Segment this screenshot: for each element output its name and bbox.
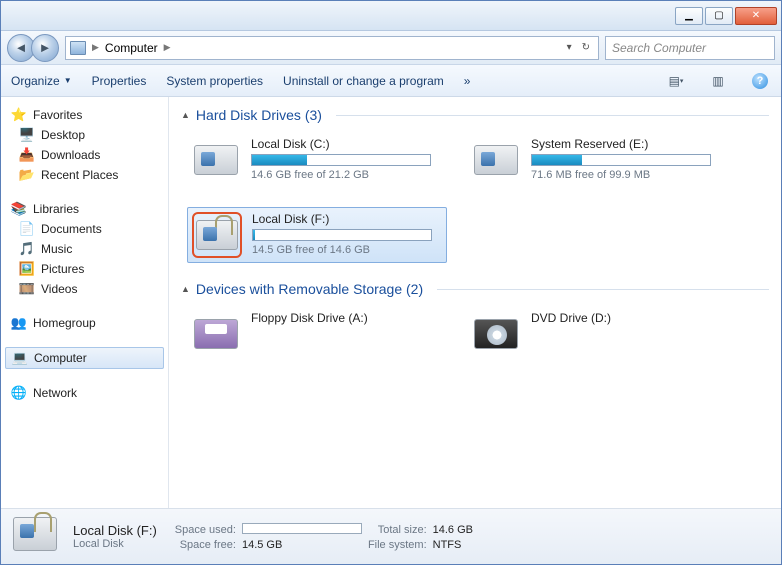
section-removable-storage[interactable]: ▲ Devices with Removable Storage (2) bbox=[181, 281, 769, 297]
properties-button[interactable]: Properties bbox=[92, 74, 147, 88]
view-options-button[interactable]: ▤▾ bbox=[665, 71, 687, 91]
details-pane: Local Disk (F:) Local Disk Space used: T… bbox=[1, 508, 781, 564]
computer-icon bbox=[70, 41, 86, 55]
drive-d[interactable]: DVD Drive (D:) bbox=[467, 307, 727, 361]
details-used-bar bbox=[242, 523, 362, 534]
details-fs-label: File system: bbox=[368, 539, 427, 551]
uninstall-button[interactable]: Uninstall or change a program bbox=[283, 74, 444, 88]
content-pane: ▲ Hard Disk Drives (3) Local Disk (C:) 1… bbox=[169, 97, 781, 508]
organize-menu[interactable]: Organize ▼ bbox=[11, 74, 72, 88]
help-icon: ? bbox=[752, 73, 768, 89]
capacity-bar bbox=[251, 154, 431, 166]
sidebar-favorites[interactable]: ⭐Favorites bbox=[1, 105, 168, 125]
close-button[interactable]: ✕ bbox=[735, 7, 777, 25]
toolbar-overflow-button[interactable]: » bbox=[464, 74, 471, 88]
drive-free-text: 14.6 GB free of 21.2 GB bbox=[251, 169, 443, 181]
details-type: Local Disk bbox=[73, 538, 157, 550]
libraries-icon: 📚 bbox=[11, 201, 27, 217]
hdd-bitlocker-icon bbox=[13, 517, 57, 551]
sidebar-network[interactable]: 🌐Network bbox=[1, 383, 168, 403]
collapse-icon: ▲ bbox=[181, 110, 190, 120]
computer-icon: 💻 bbox=[12, 350, 28, 366]
maximize-button[interactable]: ▢ bbox=[705, 7, 733, 25]
address-dropdown-button[interactable]: ▾ bbox=[563, 42, 576, 53]
downloads-icon: 📥 bbox=[19, 147, 35, 163]
refresh-button[interactable]: ↻ bbox=[578, 42, 594, 53]
capacity-bar bbox=[252, 229, 432, 241]
star-icon: ⭐ bbox=[11, 107, 27, 123]
details-total-value: 14.6 GB bbox=[433, 523, 473, 537]
command-bar: Organize ▼ Properties System properties … bbox=[1, 65, 781, 97]
system-properties-button[interactable]: System properties bbox=[166, 74, 263, 88]
desktop-icon: 🖥️ bbox=[19, 127, 35, 143]
search-input[interactable]: Search Computer bbox=[605, 36, 775, 60]
recent-icon: 📂 bbox=[19, 167, 35, 183]
explorer-window: ▁ ▢ ✕ ◄ ► ▶ Computer ▶ ▾ ↻ Search Comput… bbox=[0, 0, 782, 565]
drive-free-text: 71.6 MB free of 99.9 MB bbox=[531, 169, 723, 181]
sidebar-item-pictures[interactable]: 🖼️Pictures bbox=[1, 259, 168, 279]
hdd-icon bbox=[194, 145, 238, 175]
dvd-icon bbox=[474, 319, 518, 349]
breadcrumb-computer[interactable]: Computer bbox=[101, 41, 162, 55]
drive-a[interactable]: Floppy Disk Drive (A:) bbox=[187, 307, 447, 361]
hdd-icon bbox=[474, 145, 518, 175]
sidebar-item-music[interactable]: 🎵Music bbox=[1, 239, 168, 259]
drive-label: System Reserved (E:) bbox=[531, 137, 723, 151]
drive-label: Local Disk (F:) bbox=[252, 212, 442, 226]
floppy-icon bbox=[194, 319, 238, 349]
details-free-value: 14.5 GB bbox=[242, 539, 362, 551]
crumb-arrow-icon[interactable]: ▶ bbox=[162, 42, 173, 53]
network-icon: 🌐 bbox=[11, 385, 27, 401]
navigation-bar: ◄ ► ▶ Computer ▶ ▾ ↻ Search Computer bbox=[1, 31, 781, 65]
drive-free-text: 14.5 GB free of 14.6 GB bbox=[252, 244, 442, 256]
preview-pane-button[interactable]: ▥ bbox=[707, 71, 729, 91]
drive-f[interactable]: Local Disk (F:) 14.5 GB free of 14.6 GB bbox=[187, 207, 447, 263]
pictures-icon: 🖼️ bbox=[19, 261, 35, 277]
sidebar-libraries[interactable]: 📚Libraries bbox=[1, 199, 168, 219]
help-button[interactable]: ? bbox=[749, 71, 771, 91]
details-name: Local Disk (F:) bbox=[73, 523, 157, 538]
hdd-bitlocker-icon bbox=[196, 220, 238, 250]
minimize-button[interactable]: ▁ bbox=[675, 7, 703, 25]
details-total-label: Total size: bbox=[368, 523, 427, 537]
sidebar-item-documents[interactable]: 📄Documents bbox=[1, 219, 168, 239]
forward-button[interactable]: ► bbox=[31, 34, 59, 62]
navigation-pane: ⭐Favorites 🖥️Desktop 📥Downloads 📂Recent … bbox=[1, 97, 169, 508]
drive-label: DVD Drive (D:) bbox=[531, 311, 723, 325]
music-icon: 🎵 bbox=[19, 241, 35, 257]
drive-e[interactable]: System Reserved (E:) 71.6 MB free of 99.… bbox=[467, 133, 727, 187]
crumb-arrow-icon[interactable]: ▶ bbox=[90, 42, 101, 53]
details-fs-value: NTFS bbox=[433, 539, 473, 551]
documents-icon: 📄 bbox=[19, 221, 35, 237]
address-bar[interactable]: ▶ Computer ▶ ▾ ↻ bbox=[65, 36, 599, 60]
collapse-icon: ▲ bbox=[181, 284, 190, 294]
sidebar-item-desktop[interactable]: 🖥️Desktop bbox=[1, 125, 168, 145]
sidebar-homegroup[interactable]: 👥Homegroup bbox=[1, 313, 168, 333]
drive-label: Floppy Disk Drive (A:) bbox=[251, 311, 443, 325]
drive-c[interactable]: Local Disk (C:) 14.6 GB free of 21.2 GB bbox=[187, 133, 447, 187]
sidebar-item-recent[interactable]: 📂Recent Places bbox=[1, 165, 168, 185]
sidebar-item-videos[interactable]: 🎞️Videos bbox=[1, 279, 168, 299]
homegroup-icon: 👥 bbox=[11, 315, 27, 331]
titlebar: ▁ ▢ ✕ bbox=[1, 1, 781, 31]
details-free-label: Space free: bbox=[175, 539, 236, 551]
videos-icon: 🎞️ bbox=[19, 281, 35, 297]
sidebar-item-downloads[interactable]: 📥Downloads bbox=[1, 145, 168, 165]
sidebar-computer[interactable]: 💻Computer bbox=[5, 347, 164, 369]
capacity-bar bbox=[531, 154, 711, 166]
drive-label: Local Disk (C:) bbox=[251, 137, 443, 151]
section-hard-disk-drives[interactable]: ▲ Hard Disk Drives (3) bbox=[181, 107, 769, 123]
details-used-label: Space used: bbox=[175, 523, 236, 537]
